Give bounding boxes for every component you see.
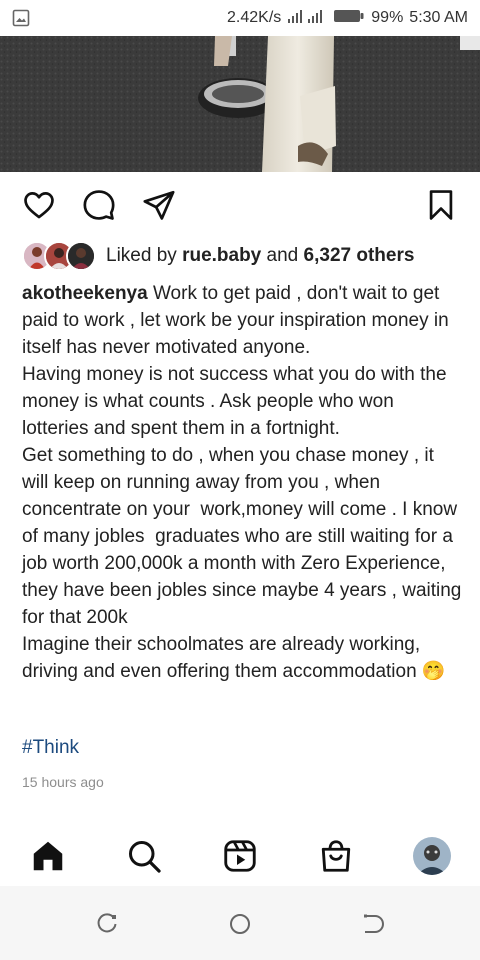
caption-username[interactable]: akotheekenya <box>22 283 148 304</box>
recent-apps-icon[interactable] <box>93 910 121 938</box>
system-navigation-bar <box>0 886 480 960</box>
liker-avatar <box>66 241 96 271</box>
liked-by-and: and <box>266 245 299 266</box>
post-image[interactable] <box>0 36 480 172</box>
post-timestamp: 15 hours ago <box>22 774 104 790</box>
home-icon[interactable] <box>26 834 70 878</box>
comment-icon[interactable] <box>80 186 118 224</box>
profile-avatar[interactable] <box>410 834 454 878</box>
home-button-icon[interactable] <box>226 910 254 938</box>
liked-by-text: Liked by rue.baby and 6,327 others <box>106 245 414 267</box>
liked-by-others[interactable]: 6,327 others <box>304 245 415 266</box>
liked-by-user[interactable]: rue.baby <box>182 245 261 266</box>
network-speed: 2.42K/s <box>227 9 282 26</box>
caption-text: Work to get paid , don't wait to get pai… <box>22 283 462 682</box>
hashtag-link[interactable]: #Think <box>22 737 79 759</box>
search-icon[interactable] <box>122 834 166 878</box>
shop-icon[interactable] <box>314 834 358 878</box>
battery-icon <box>333 8 365 29</box>
reels-icon[interactable] <box>218 834 262 878</box>
battery-level: 99% <box>371 9 404 26</box>
send-icon[interactable] <box>140 186 178 224</box>
bookmark-icon[interactable] <box>422 186 460 224</box>
post-actions <box>0 180 480 230</box>
clock: 5:30 AM <box>409 9 468 26</box>
bottom-navigation <box>0 826 480 884</box>
liker-avatars <box>22 241 96 271</box>
liked-by-prefix: Liked by <box>106 245 177 266</box>
status-bar: 2.42K/s 99% 5:30 AM <box>0 0 480 36</box>
signal-icon <box>287 8 327 29</box>
post-caption: akotheekenya Work to get paid , don't wa… <box>22 280 464 685</box>
likes-row[interactable]: Liked by rue.baby and 6,327 others <box>22 240 414 272</box>
heart-icon[interactable] <box>20 186 58 224</box>
back-icon[interactable] <box>359 910 387 938</box>
gallery-notification-icon <box>12 8 36 28</box>
